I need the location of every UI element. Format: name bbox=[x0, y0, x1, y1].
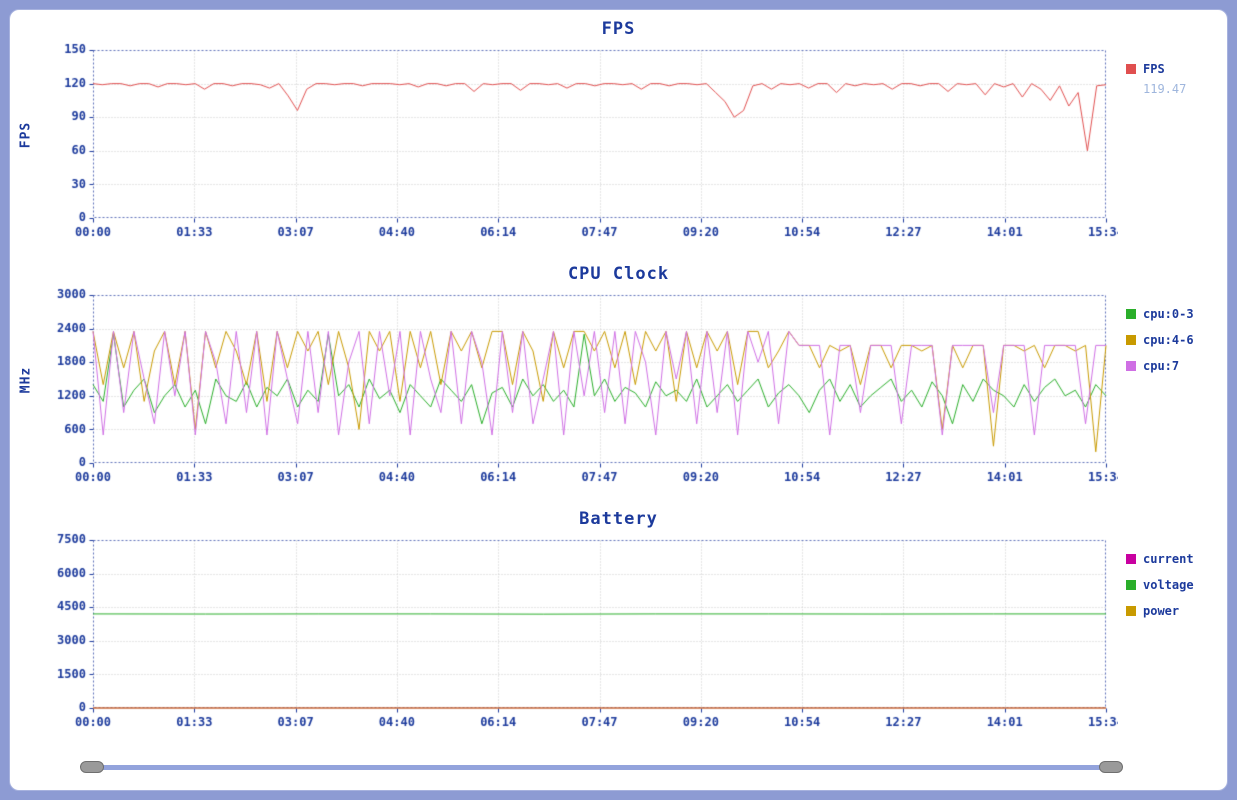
cpu-clock-legend: cpu:0-3 cpu:4-6 cpu:7 bbox=[1126, 307, 1226, 385]
cpu-clock-chart-block: CPU Clock MHz cpu:0-3 cpu:4-6 cpu:7 bbox=[10, 255, 1227, 500]
time-range-scrollbar[interactable] bbox=[86, 759, 1117, 775]
cpu-clock-y-axis-label: MHz bbox=[19, 367, 34, 393]
legend-swatch-icon bbox=[1126, 309, 1136, 319]
legend-swatch-icon bbox=[1126, 361, 1136, 371]
fps-chart-plot[interactable] bbox=[36, 43, 1118, 250]
legend-swatch-icon bbox=[1126, 554, 1136, 564]
legend-label: cpu:7 bbox=[1143, 359, 1179, 373]
legend-label: FPS bbox=[1143, 62, 1165, 76]
scrollbar-track[interactable] bbox=[86, 765, 1117, 770]
cpu-clock-chart-title: CPU Clock bbox=[10, 255, 1227, 284]
legend-label: voltage bbox=[1143, 578, 1194, 592]
legend-current-value: 119.47 bbox=[1143, 82, 1226, 96]
fps-chart-block: FPS FPS FPS 119.47 bbox=[10, 10, 1227, 255]
legend-item-fps[interactable]: FPS bbox=[1126, 62, 1226, 76]
legend-label: cpu:0-3 bbox=[1143, 307, 1194, 321]
fps-legend: FPS 119.47 bbox=[1126, 62, 1226, 106]
legend-label: cpu:4-6 bbox=[1143, 333, 1194, 347]
legend-item-cpu-0-3[interactable]: cpu:0-3 bbox=[1126, 307, 1226, 321]
legend-label: current bbox=[1143, 552, 1194, 566]
battery-chart-title: Battery bbox=[10, 500, 1227, 529]
battery-legend: current voltage power bbox=[1126, 552, 1226, 630]
scrollbar-right-handle[interactable] bbox=[1099, 761, 1123, 773]
legend-swatch-icon bbox=[1126, 64, 1136, 74]
legend-swatch-icon bbox=[1126, 606, 1136, 616]
battery-chart-plot[interactable] bbox=[36, 533, 1118, 740]
legend-swatch-icon bbox=[1126, 580, 1136, 590]
battery-chart-block: Battery current voltage power bbox=[10, 500, 1227, 745]
legend-swatch-icon bbox=[1126, 335, 1136, 345]
fps-chart-title: FPS bbox=[10, 10, 1227, 39]
scrollbar-left-handle[interactable] bbox=[80, 761, 104, 773]
legend-label: power bbox=[1143, 604, 1179, 618]
legend-item-voltage[interactable]: voltage bbox=[1126, 578, 1226, 592]
legend-item-cpu-7[interactable]: cpu:7 bbox=[1126, 359, 1226, 373]
fps-y-axis-label: FPS bbox=[19, 122, 34, 148]
legend-item-power[interactable]: power bbox=[1126, 604, 1226, 618]
legend-item-cpu-4-6[interactable]: cpu:4-6 bbox=[1126, 333, 1226, 347]
performance-monitor-panel: FPS FPS FPS119.47 CPU Clock MHz cpu:0-3c… bbox=[9, 9, 1228, 791]
cpu-clock-chart-plot[interactable] bbox=[36, 288, 1118, 495]
legend-item-current[interactable]: current bbox=[1126, 552, 1226, 566]
